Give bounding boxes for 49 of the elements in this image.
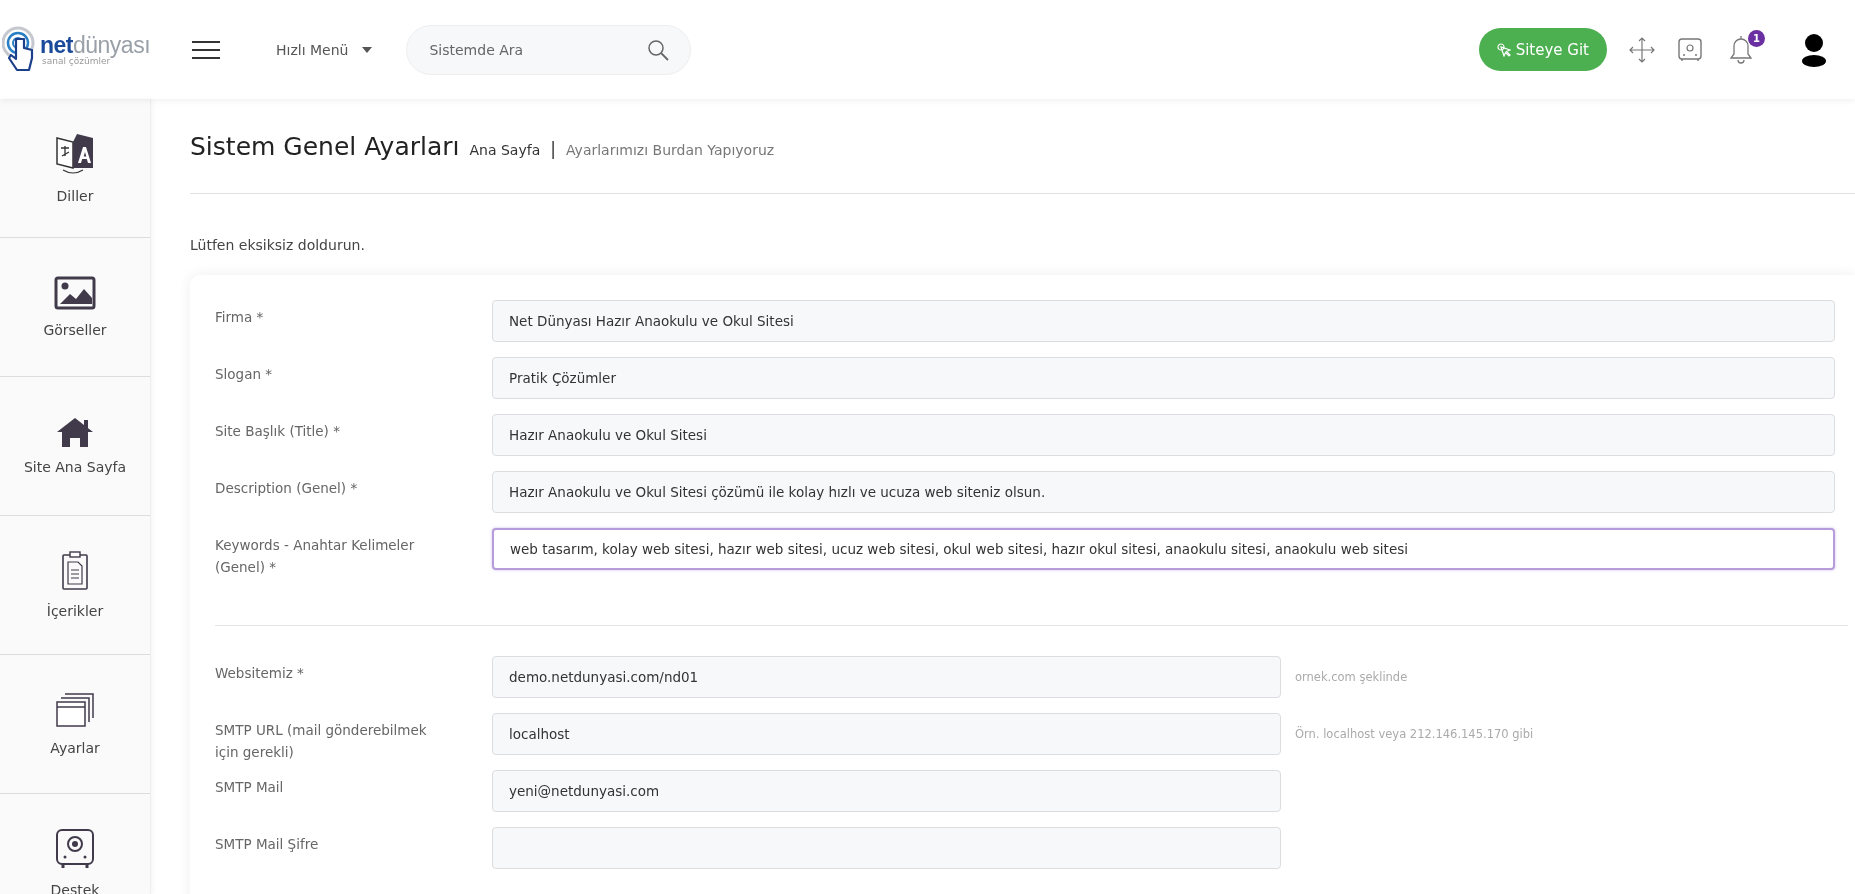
logo-tagline: sanal çözümler — [42, 56, 111, 66]
safe-icon[interactable] — [1677, 36, 1703, 63]
field-label: SMTP Mail Şifre — [215, 835, 320, 854]
search-field[interactable]: Sistemde Ara — [406, 24, 692, 75]
text-field[interactable]: localhost — [492, 713, 1281, 755]
sidebar-item[interactable]: Ayarlar — [0, 655, 150, 794]
sidebar-item[interactable]: Diller — [0, 99, 150, 238]
breadcrumb-text: Ayarlarımızı Burdan Yapıyoruz — [565, 142, 775, 158]
text-field[interactable]: web tasarım, kolay web sitesi, hazır web sitesi, ucuz web sitesi, okul web sitesi, hazır okul sitesi, anaokulu sitesi, anaokulu web sitesi — [492, 528, 1835, 570]
breadcrumb-link[interactable]: Ana Sayfa — [469, 142, 541, 158]
text-field[interactable]: yeni@netdunyasi.com — [492, 770, 1281, 812]
image-icon — [54, 276, 96, 310]
bell-icon[interactable] — [1729, 35, 1753, 64]
quick-menu-dropdown[interactable]: Hızlı Menü — [272, 37, 377, 62]
field-label: Description (Genel) * — [215, 479, 359, 498]
stacked-windows-icon — [55, 692, 95, 728]
sidebar-item[interactable]: İçerikler — [0, 516, 150, 655]
logo-wordmark: netdünyası — [40, 33, 151, 57]
menu-icon[interactable] — [192, 40, 220, 59]
field-label: SMTP URL (mail gönderebilmek için gerekli) — [215, 721, 428, 763]
home-icon — [56, 417, 94, 447]
sidebar-item[interactable]: Görseller — [0, 238, 150, 377]
text-field[interactable]: Pratik Çözümler — [492, 357, 1835, 399]
sidebar-item[interactable]: Site Ana Sayfa — [0, 377, 150, 516]
safe-icon — [55, 828, 95, 870]
text-field[interactable]: Net Dünyası Hazır Anaokulu ve Okul Sitesi — [492, 300, 1835, 342]
fullscreen-arrows-icon[interactable] — [1629, 36, 1655, 63]
clipboard-icon — [61, 551, 89, 591]
form-instruction: Lütfen eksiksiz doldurun. — [190, 237, 366, 253]
search-icon — [647, 38, 670, 61]
user-avatar-icon[interactable] — [1801, 32, 1827, 67]
notification-badge: 1 — [1748, 29, 1765, 47]
translate-icon — [55, 132, 95, 176]
text-field[interactable]: Hazır Anaokulu ve Okul Sitesi — [492, 414, 1835, 456]
text-field[interactable] — [492, 827, 1281, 869]
text-field[interactable]: demo.netdunyasi.com/nd01 — [492, 656, 1281, 698]
page-title: Sistem Genel Ayarları — [190, 131, 460, 161]
field-label: Keywords - Anahtar Kelimeler (Genel) * — [215, 536, 416, 578]
field-label: Slogan * — [215, 365, 274, 384]
field-hint: ornek.com şeklinde — [1294, 669, 1408, 684]
field-label: Site Başlık (Title) * — [215, 422, 341, 441]
breadcrumb-separator: | — [550, 139, 556, 159]
field-hint: Örn. localhost veya 212.146.145.170 gibi — [1294, 725, 1534, 741]
field-label: Firma * — [215, 308, 265, 327]
field-label: Websitemiz * — [215, 664, 305, 683]
field-label: SMTP Mail — [215, 778, 285, 797]
caret-icon — [362, 46, 373, 53]
pointer-icon — [1496, 42, 1511, 57]
text-field[interactable]: Hazır Anaokulu ve Okul Sitesi çözümü ile kolay hızlı ve ucuza web siteniz olsun. — [492, 471, 1835, 513]
